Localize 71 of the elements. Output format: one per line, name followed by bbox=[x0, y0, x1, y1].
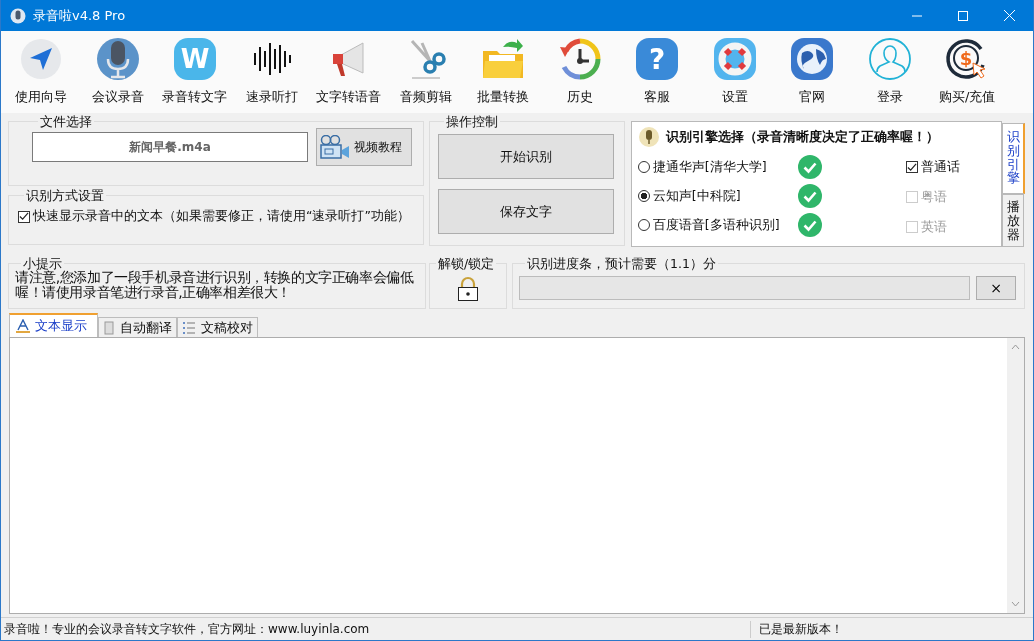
list-icon bbox=[182, 320, 196, 335]
toolbar-button[interactable]: W 录音转文字 bbox=[156, 31, 233, 113]
page-icon bbox=[103, 320, 115, 335]
letter-tile-icon: W bbox=[172, 37, 217, 81]
status-text: 已是最新版本！ bbox=[758, 620, 843, 638]
video-camera-icon bbox=[319, 135, 351, 159]
checkbox[interactable] bbox=[905, 161, 918, 173]
checkbox-label: 粤语 bbox=[920, 188, 947, 206]
radio-button[interactable] bbox=[637, 190, 650, 202]
action-button[interactable]: 开始识别 bbox=[438, 134, 614, 179]
font-icon bbox=[16, 319, 30, 333]
group-title: 解锁/锁定 bbox=[437, 257, 496, 270]
checkbox-label: 英语 bbox=[920, 218, 947, 236]
file-name-field[interactable]: 新闻早餐.m4a bbox=[32, 132, 308, 162]
microphone-icon bbox=[95, 37, 140, 81]
group-title: 操作控制 bbox=[445, 115, 500, 128]
user-icon bbox=[867, 37, 912, 81]
microphone-icon bbox=[10, 7, 26, 24]
toolbar-button[interactable]: 会议录音 bbox=[79, 31, 156, 113]
history-clock-icon bbox=[557, 37, 602, 81]
check-mark-icon bbox=[906, 161, 917, 173]
check-circle-icon bbox=[797, 155, 822, 179]
engine-title: 识别引擎选择（录音清晰度决定了正确率喔！） bbox=[665, 128, 939, 146]
checkbox-label: 普通话 bbox=[920, 158, 960, 176]
scrollbar[interactable] bbox=[1007, 338, 1024, 613]
toolbar-button[interactable]: 批量转换 bbox=[464, 31, 541, 113]
toolbar-button[interactable]: 速录听打 bbox=[233, 31, 310, 113]
tip-text: 请注意,您添加了一段手机录音进行识别，转换的文字正确率会偏低喔！请使用录音笔进行录音,正确率相差很大！ bbox=[15, 270, 415, 300]
status-text: 录音啦！专业的会议录音转文字软件，官方网址：www.luyinla.com bbox=[1, 620, 751, 638]
check-mark-icon bbox=[19, 211, 29, 222]
toolbar-button[interactable]: 登录 bbox=[851, 31, 929, 113]
radio-label: 捷通华声[清华大学] bbox=[652, 158, 767, 176]
help-icon: ? bbox=[635, 37, 680, 81]
side-tab[interactable]: 播放器 bbox=[1001, 194, 1024, 248]
padlock-icon[interactable] bbox=[457, 276, 479, 302]
checkbox[interactable] bbox=[18, 210, 30, 223]
microphone-badge-icon bbox=[637, 126, 660, 148]
cancel-button[interactable]: × bbox=[976, 276, 1016, 300]
toolbar-button[interactable]: 文字转语音 bbox=[310, 31, 387, 113]
action-button[interactable]: 保存文字 bbox=[438, 189, 614, 234]
toolbar-button[interactable]: 官网 bbox=[773, 31, 851, 113]
document-tab[interactable]: 自动翻译 bbox=[98, 317, 177, 337]
radio-label: 云知声[中科院] bbox=[652, 187, 741, 205]
toolbar-button[interactable]: 历史 bbox=[541, 31, 619, 113]
scroll-down-icon[interactable] bbox=[1011, 601, 1020, 607]
radio-button[interactable] bbox=[637, 161, 650, 173]
document-tab[interactable]: 文本显示 bbox=[9, 313, 98, 337]
folder-icon bbox=[480, 37, 525, 81]
lifebuoy-icon bbox=[712, 37, 757, 81]
scroll-up-icon[interactable] bbox=[1011, 344, 1020, 350]
group-title: 小提示 bbox=[23, 257, 62, 270]
toolbar-button[interactable]: $ 购买/充值 bbox=[928, 31, 1006, 113]
check-circle-icon bbox=[797, 213, 822, 237]
toolbar-button[interactable]: ? 客服 bbox=[618, 31, 696, 113]
globe-icon bbox=[790, 37, 835, 81]
video-tutorial-button[interactable]: 视频教程 bbox=[316, 128, 412, 166]
maximize-icon[interactable] bbox=[958, 10, 968, 21]
group-title: 文件选择 bbox=[39, 115, 93, 128]
document-tab[interactable]: 文稿校对 bbox=[177, 317, 258, 337]
checkbox-label: 快速显示录音中的文本（如果需要修正，请使用“速录听打”功能） bbox=[33, 208, 410, 225]
toolbar-button[interactable]: 使用向导 bbox=[2, 31, 79, 113]
group-title: 识别进度条，预计需要（1.1）分 bbox=[526, 257, 717, 270]
radio-button[interactable] bbox=[637, 219, 650, 231]
toolbar-button[interactable]: 设置 bbox=[696, 31, 774, 113]
group-title: 识别方式设置 bbox=[25, 189, 105, 202]
side-tab[interactable]: 识别引擎 bbox=[1001, 123, 1025, 194]
toolbar-button[interactable]: 音频剪辑 bbox=[387, 31, 464, 113]
check-circle-icon bbox=[797, 184, 822, 208]
close-icon[interactable] bbox=[1004, 10, 1015, 21]
window-title: 录音啦v4.8 Pro bbox=[33, 6, 126, 25]
radio-label: 百度语音[多语种识别] bbox=[652, 216, 780, 234]
